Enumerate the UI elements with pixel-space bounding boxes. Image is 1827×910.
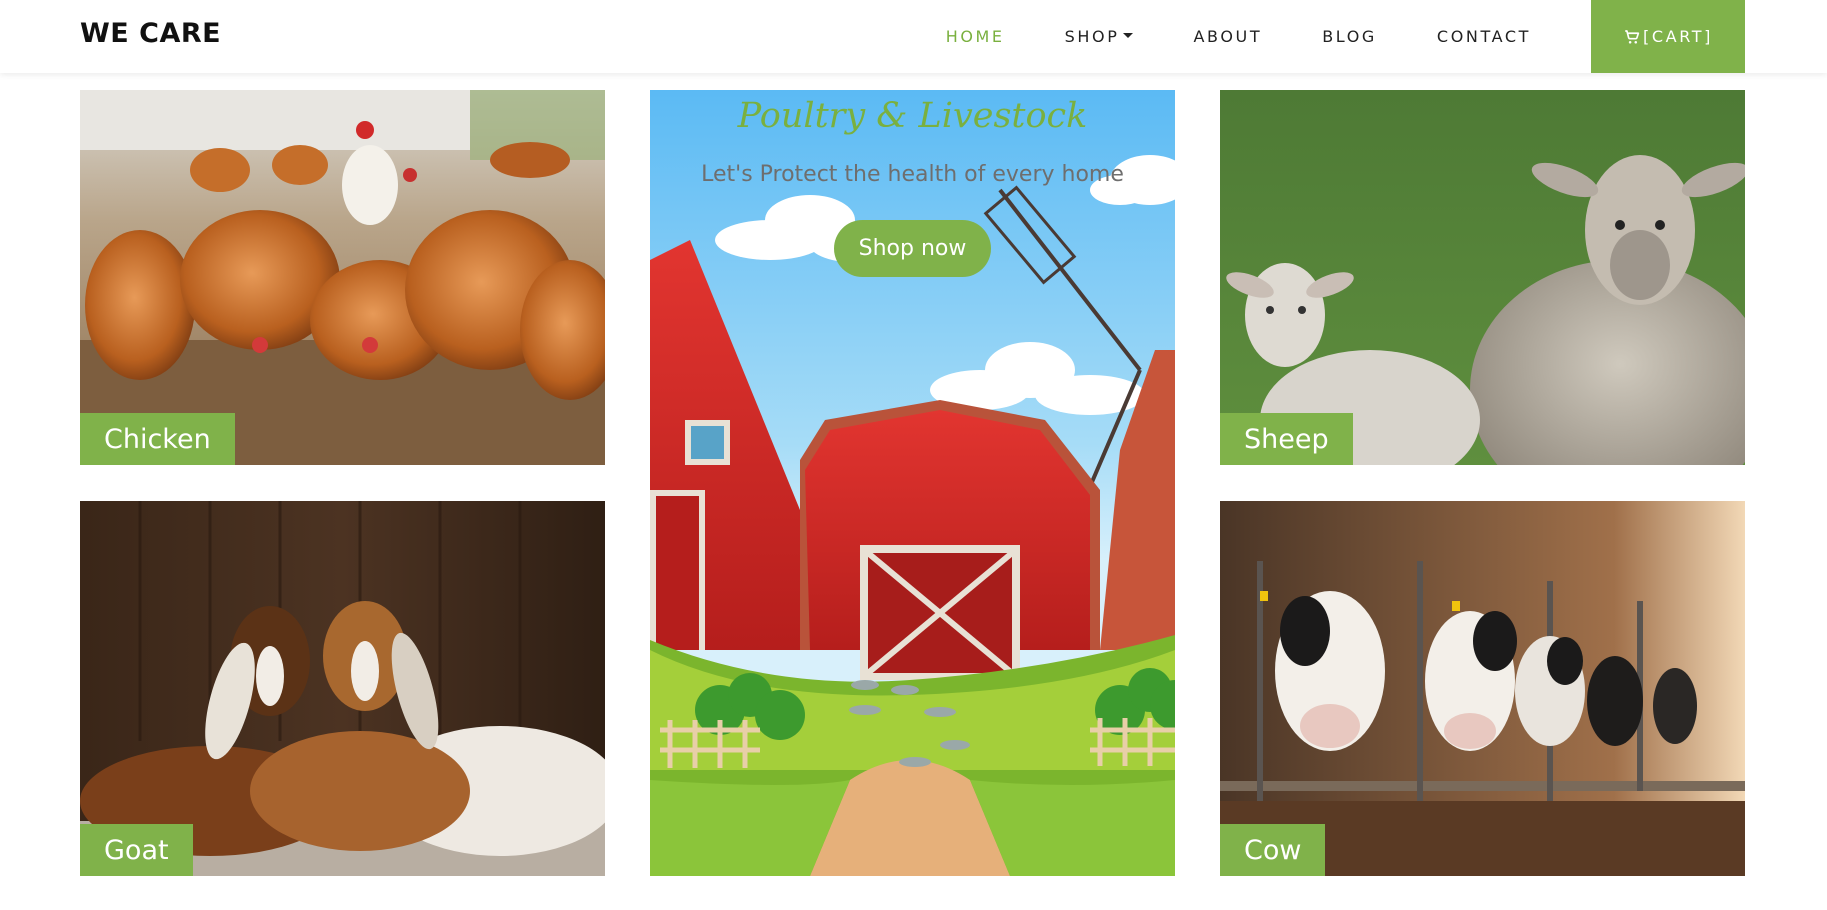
category-tile-goat[interactable]: Goat: [80, 501, 605, 876]
tile-label-sheep: Sheep: [1220, 413, 1353, 465]
category-tile-sheep[interactable]: Sheep: [1220, 90, 1745, 465]
cart-label: [CART]: [1643, 27, 1713, 46]
nav-shop-label: SHOP: [1064, 27, 1120, 46]
site-logo[interactable]: WE CARE: [80, 18, 221, 49]
main-nav: HOME SHOP ABOUT BLOG CONTACT [CART]: [946, 0, 1745, 73]
nav-about-label: ABOUT: [1193, 27, 1263, 46]
chicken-image: [80, 90, 605, 465]
caret-down-icon: [1123, 33, 1134, 38]
tile-label-chicken: Chicken: [80, 413, 235, 465]
goat-image: [80, 501, 605, 876]
nav-blog[interactable]: BLOG: [1322, 27, 1377, 46]
hero-subtitle: Let's Protect the health of every home: [701, 162, 1124, 187]
site-header: WE CARE HOME SHOP ABOUT BLOG CONTACT [CA…: [0, 0, 1827, 73]
tile-label-cow: Cow: [1220, 824, 1326, 876]
nav-about[interactable]: ABOUT: [1193, 27, 1262, 46]
nav-contact[interactable]: CONTACT: [1437, 27, 1531, 46]
nav-home[interactable]: HOME: [946, 27, 1005, 46]
sheep-image: [1220, 90, 1745, 465]
cart-button[interactable]: [CART]: [1591, 0, 1745, 73]
cart-icon: [1625, 29, 1640, 44]
cow-image: [1220, 501, 1745, 876]
hero-banner: Poultry & Livestock Let's Protect the he…: [650, 90, 1175, 876]
category-tile-chicken[interactable]: Chicken: [80, 90, 605, 465]
shop-now-button[interactable]: Shop now: [834, 220, 991, 277]
nav-home-label: HOME: [945, 27, 1005, 46]
farm-barn-illustration: [650, 90, 1175, 876]
hero-title: Poultry & Livestock: [737, 96, 1088, 136]
category-tile-cow[interactable]: Cow: [1220, 501, 1745, 876]
tile-label-goat: Goat: [80, 824, 193, 876]
nav-contact-label: CONTACT: [1436, 27, 1531, 46]
nav-shop[interactable]: SHOP: [1065, 27, 1134, 46]
nav-blog-label: BLOG: [1322, 27, 1377, 46]
